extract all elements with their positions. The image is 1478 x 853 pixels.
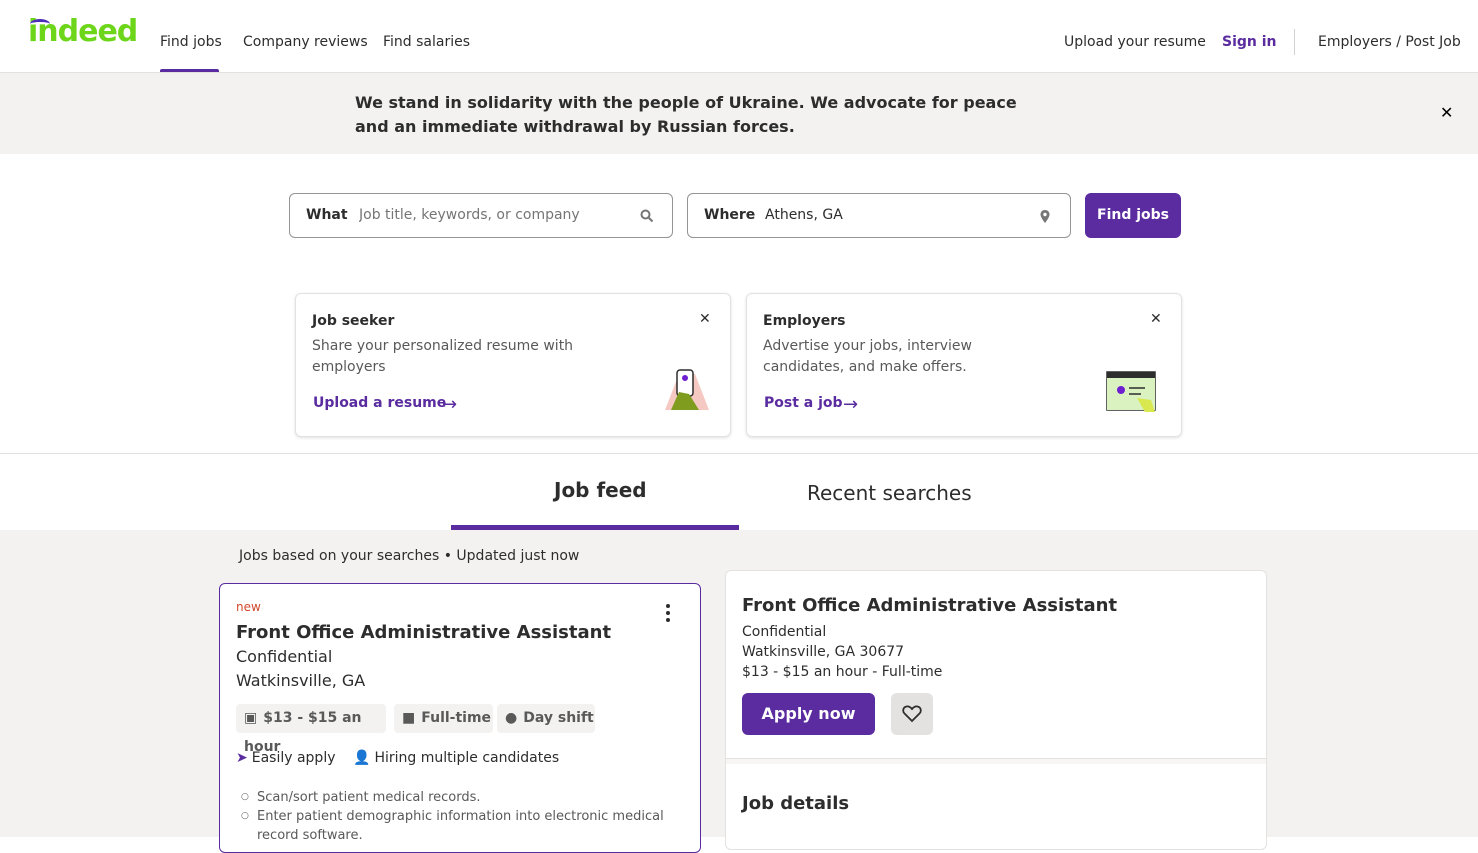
where-input[interactable]: Athens, GA: [765, 207, 843, 223]
shift-chip: ● Day shift: [497, 704, 595, 733]
location-pin-icon: [1040, 210, 1050, 223]
heart-icon: [902, 705, 922, 723]
close-icon[interactable]: ✕: [1440, 103, 1453, 122]
resume-illustration-icon: [665, 369, 709, 410]
salary-text: $13 - $15 an hour: [244, 710, 362, 755]
what-field[interactable]: What: [289, 193, 673, 238]
search-icon: [640, 209, 654, 223]
detail-pay: $13 - $15 an hour - Full-time: [742, 664, 943, 680]
shift-text: Day shift: [523, 710, 594, 726]
easily-apply-text: Easily apply: [251, 750, 336, 766]
add-person-icon: 👤: [353, 750, 371, 766]
hiring-multiple: 👤 Hiring multiple candidates: [353, 750, 559, 766]
easily-apply: ➤ Easily apply: [236, 750, 336, 766]
card-desc: Share your personalized resume with empl…: [312, 338, 574, 375]
tabs-divider: [0, 453, 1478, 454]
indeed-logo[interactable]: indeed: [28, 14, 138, 49]
clock-icon: ●: [505, 710, 518, 726]
apply-now-button[interactable]: Apply now: [742, 693, 875, 735]
where-label: Where: [704, 207, 756, 223]
employers-post-job-link[interactable]: Employers / Post Job: [1318, 34, 1461, 50]
card-desc: Advertise your jobs, interview candidate…: [763, 338, 972, 375]
nav-find-salaries[interactable]: Find salaries: [383, 34, 470, 50]
arrow-right-icon[interactable]: →: [843, 394, 858, 415]
job-location: Watkinsville, GA: [236, 671, 366, 690]
detail-location: Watkinsville, GA 30677: [742, 644, 905, 660]
job-type-text: Full-time: [421, 710, 492, 726]
list-item: Enter patient demographic information in…: [241, 807, 677, 845]
detail-job-title: Front Office Administrative Assistant: [742, 595, 1118, 616]
close-icon[interactable]: ✕: [1150, 311, 1162, 327]
arrow-right-icon[interactable]: →: [442, 394, 457, 415]
detail-divider: [726, 758, 1266, 764]
banner-text: We stand in solidarity with the people o…: [355, 93, 1017, 136]
save-job-button[interactable]: [891, 693, 933, 735]
salary-chip: ▣ $13 - $15 an hour: [236, 704, 386, 755]
tab-job-feed[interactable]: Job feed: [554, 478, 647, 502]
where-field[interactable]: Where Athens, GA: [687, 193, 1071, 238]
job-details-heading: Job details: [742, 793, 850, 814]
job-detail-panel: Front Office Administrative Assistant Co…: [725, 570, 1267, 850]
nav-find-jobs[interactable]: Find jobs: [160, 34, 222, 50]
logo-arc: [30, 19, 50, 29]
job-card[interactable]: new Front Office Administrative Assistan…: [219, 583, 701, 853]
ukraine-banner: We stand in solidarity with the people o…: [0, 73, 1478, 154]
money-icon: ▣: [244, 710, 258, 726]
job-snippet-list: Scan/sort patient medical records. Enter…: [241, 788, 677, 845]
find-jobs-button[interactable]: Find jobs: [1085, 193, 1181, 238]
nav-company-reviews[interactable]: Company reviews: [243, 34, 368, 50]
what-label: What: [306, 207, 348, 223]
job-type-chip: ■ Full-time: [394, 704, 493, 733]
job-seeker-card: Job seeker Share your personalized resum…: [295, 293, 731, 437]
company-name: Confidential: [236, 647, 333, 666]
feed-note: Jobs based on your searches • Updated ju…: [239, 548, 580, 564]
new-badge: new: [236, 600, 261, 614]
upload-resume-link[interactable]: Upload your resume: [1064, 34, 1206, 50]
close-icon[interactable]: ✕: [699, 311, 711, 327]
tab-recent-searches[interactable]: Recent searches: [807, 481, 972, 505]
what-input[interactable]: [359, 207, 619, 223]
employer-illustration-icon: [1106, 371, 1156, 412]
nav-divider: [1294, 29, 1295, 55]
hiring-text: Hiring multiple candidates: [374, 750, 560, 766]
card-title: Job seeker: [312, 313, 395, 329]
list-item: Scan/sort patient medical records.: [241, 788, 677, 807]
upload-resume-cta[interactable]: Upload a resume: [313, 395, 446, 411]
card-title: Employers: [763, 313, 846, 329]
post-job-cta[interactable]: Post a job: [764, 395, 843, 411]
top-header: indeed Find jobs Company reviews Find sa…: [0, 0, 1478, 73]
sign-in-link[interactable]: Sign in: [1222, 34, 1277, 50]
briefcase-icon: ■: [402, 710, 416, 726]
job-title[interactable]: Front Office Administrative Assistant: [236, 622, 611, 643]
nav-active-underline: [160, 69, 219, 72]
employers-card: Employers Advertise your jobs, interview…: [746, 293, 1182, 437]
more-options-icon[interactable]: [666, 604, 672, 625]
detail-company[interactable]: Confidential: [742, 624, 826, 640]
send-arrow-icon: ➤: [236, 750, 248, 766]
